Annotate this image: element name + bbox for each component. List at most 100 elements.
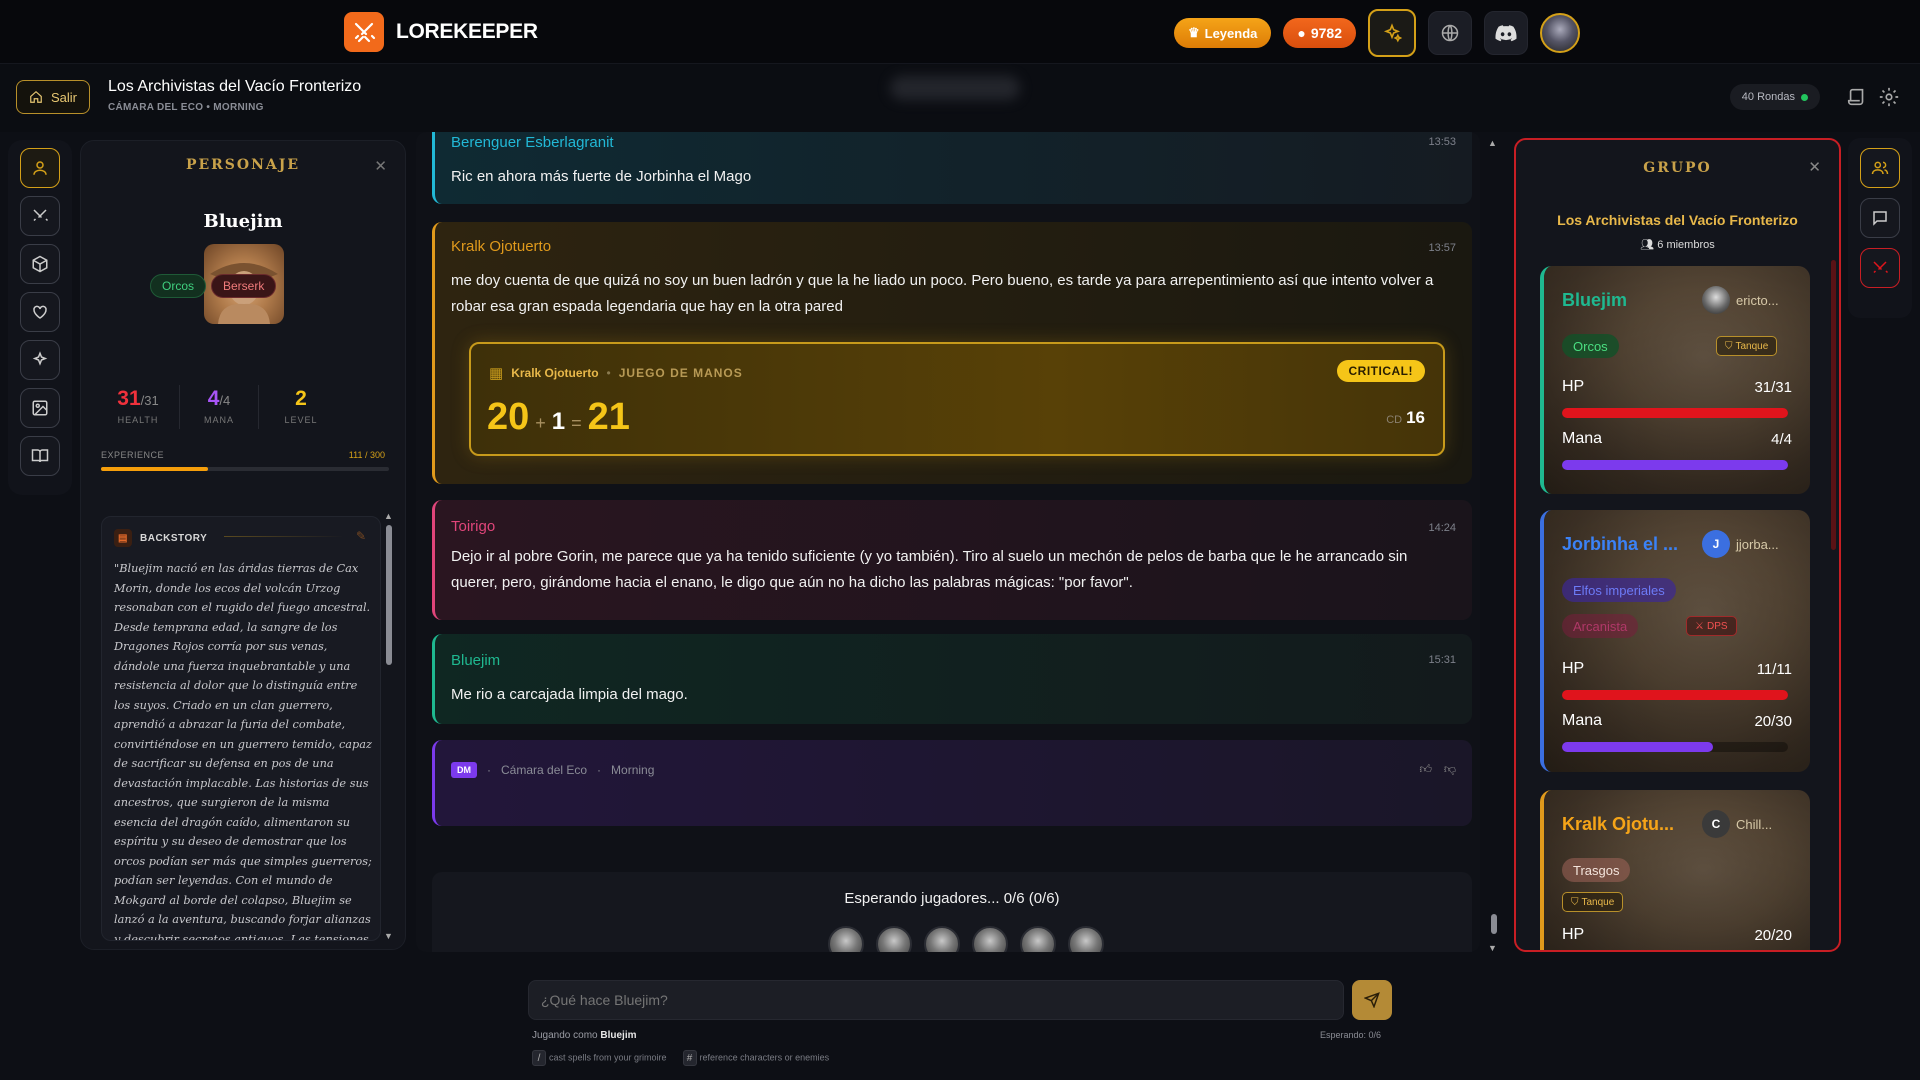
message-author[interactable]: Bluejim [451, 652, 500, 669]
coins-value: 9782 [1310, 25, 1342, 41]
hp-label: HP [1562, 926, 1585, 943]
user-avatar[interactable] [1540, 13, 1580, 53]
playing-as-name: Bluejim [600, 1030, 637, 1041]
feed-scrollbar[interactable]: ▲ ▼ [1488, 138, 1500, 953]
weapons-tab[interactable] [20, 196, 60, 236]
message-time: 13:57 [1428, 242, 1456, 254]
roll-modifier: 1 [551, 408, 566, 435]
rounds-badge: 40 Rondas [1729, 84, 1820, 110]
member-username: jjorba... [1736, 536, 1779, 552]
hp-label: HP [1562, 378, 1585, 395]
send-icon [1364, 992, 1380, 1008]
dm-badge: DM [451, 762, 477, 778]
mana-bar [1562, 742, 1788, 752]
message-text: Ric en ahora más fuerte de Jorbinha el M… [451, 168, 752, 185]
composer-hints: / cast spells from your grimoire # referen… [532, 1050, 829, 1066]
player-avatar[interactable] [924, 926, 960, 952]
group-tab[interactable] [1860, 148, 1900, 188]
playing-as-prefix: Jugando como [532, 1030, 598, 1041]
exit-button[interactable]: Salir [16, 80, 91, 114]
player-avatar[interactable] [828, 926, 864, 952]
tier-badge[interactable]: ♛ Leyenda [1173, 18, 1272, 48]
send-button[interactable] [1352, 980, 1392, 1020]
mana-label: MANA [203, 415, 234, 425]
close-icon[interactable]: ✕ [1808, 158, 1821, 176]
chat-tab[interactable] [1860, 198, 1900, 238]
action-input[interactable] [528, 980, 1344, 1020]
thumbs-down-icon[interactable]: 👎︎ [1444, 762, 1456, 777]
hp-label: HP [1562, 660, 1585, 677]
scroll-icon[interactable] [1846, 86, 1868, 108]
rounds-value: 40 Rondas [1741, 91, 1795, 103]
group-members-count: 👥︎ 6 miembros [1516, 238, 1839, 251]
inventory-tab[interactable] [20, 244, 60, 284]
health-current: 31 [117, 387, 141, 410]
close-icon[interactable]: ✕ [374, 157, 387, 175]
right-toolbar [1848, 138, 1912, 318]
logo[interactable]: LOREKEEPER [344, 12, 538, 52]
race-tag: Orcos [150, 274, 207, 298]
class-tag: Berserk [211, 274, 277, 298]
gear-icon[interactable] [1878, 86, 1900, 108]
backstory-title: BACKSTORY [140, 532, 208, 544]
member-card[interactable]: Kralk Ojotu... C Chill... Trasgos ⛉ Tanqu… [1540, 790, 1810, 950]
player-avatar[interactable] [1068, 926, 1104, 952]
member-card[interactable]: Bluejim ericto... Orcos ⛉ Tanque HP 31/31… [1540, 266, 1810, 494]
health-tab[interactable] [20, 292, 60, 332]
thumbs-up-icon[interactable]: 👍︎ [1419, 762, 1432, 777]
member-name: Kralk Ojotu... [1562, 814, 1675, 834]
hp-value: 31/31 [1754, 379, 1792, 396]
hp-value: 20/20 [1754, 927, 1792, 944]
campaign-subtitle: CÁMARA DEL ECO • MORNING [108, 102, 264, 113]
hp-bar [1562, 690, 1788, 700]
member-card[interactable]: Jorbinha el ... J jjorba... Elfos imperi… [1540, 510, 1810, 772]
message-time: 13:53 [1428, 136, 1456, 148]
language-button[interactable] [1428, 11, 1472, 55]
character-tab[interactable] [20, 148, 60, 188]
campaign-title: Los Archivistas del Vacío Fronterizo [108, 78, 362, 95]
roll-formula: 20 + 1 = 21 [487, 396, 630, 439]
message-author[interactable]: Toirigo [451, 518, 495, 535]
backstory-card: ▤ BACKSTORY ✎ "Bluejim nació en las árid… [101, 516, 381, 941]
journal-tab[interactable] [20, 436, 60, 476]
sparkles-button[interactable] [1368, 9, 1416, 57]
playing-as: Jugando como Bluejim [532, 1030, 637, 1041]
chat-message: Berenguer Esberlagranit 13:53 Ric en aho… [432, 132, 1472, 204]
roll-plus: + [535, 413, 546, 433]
dice-icon: ▦ [489, 365, 504, 382]
scroll-icon: ▤ [114, 529, 132, 547]
player-avatar[interactable] [972, 926, 1008, 952]
cd-value: 16 [1406, 408, 1425, 427]
member-role-label: DPS [1706, 620, 1728, 632]
message-author[interactable]: Kralk Ojotuerto [451, 238, 551, 255]
critical-badge: CRITICAL! [1336, 360, 1425, 382]
online-indicator [1801, 93, 1808, 101]
mana-max: /4 [219, 393, 231, 408]
player-avatar[interactable] [1020, 926, 1056, 952]
experience-value: 111 / 300 [348, 450, 385, 460]
member-class: Arcanista [1562, 614, 1639, 638]
coins-badge[interactable]: ● 9782 [1283, 18, 1356, 48]
spells-tab[interactable] [20, 340, 60, 380]
combat-tab[interactable] [1860, 248, 1900, 288]
member-avatar [1702, 286, 1730, 314]
edit-icon[interactable]: ✎ [356, 529, 366, 543]
chat-feed: Berenguer Esberlagranit 13:53 Ric en aho… [416, 132, 1480, 952]
level-value: 2 [295, 387, 307, 410]
sparkles-icon [1383, 23, 1402, 43]
player-avatar[interactable] [876, 926, 912, 952]
message-text: me doy cuenta de que quizá no soy un bue… [451, 272, 1434, 315]
member-role: ⛉ Tanque [1562, 892, 1624, 912]
member-user: ericto... [1702, 286, 1779, 314]
backstory-scrollbar[interactable]: ▲ ▼ [384, 511, 394, 941]
gallery-tab[interactable] [20, 388, 60, 428]
discord-button[interactable] [1484, 11, 1528, 55]
hp-bar [1562, 408, 1788, 418]
hash-hint: reference characters or enemies [699, 1052, 830, 1063]
member-race: Orcos [1562, 334, 1619, 358]
member-race: Trasgos [1562, 858, 1631, 882]
message-author[interactable]: Berenguer Esberlagranit [451, 134, 614, 151]
member-role-label: Tanque [1735, 340, 1769, 352]
blurred-banner [890, 76, 1020, 100]
crossed-swords-icon [33, 209, 49, 222]
